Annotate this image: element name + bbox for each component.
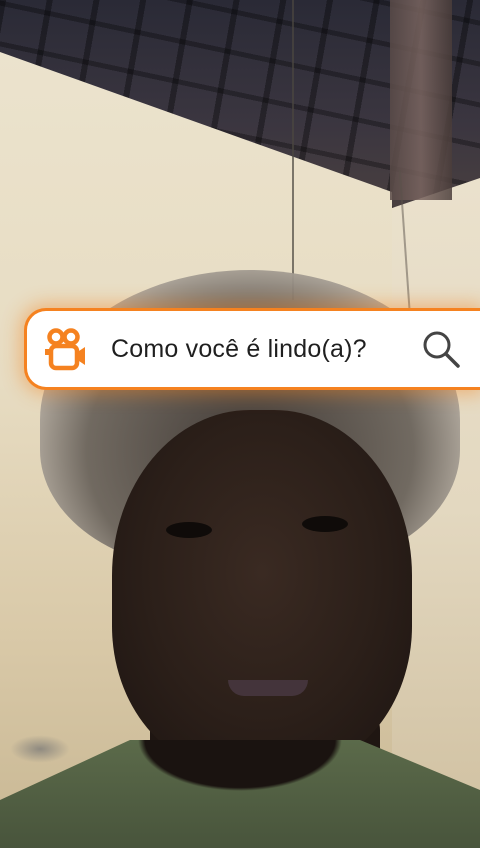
filter-query-text: Como você é lindo(a)? (111, 334, 367, 363)
person-mouth (228, 680, 308, 696)
camera-view: Como você é lindo(a)? (0, 0, 480, 848)
person-eye-right (302, 516, 348, 532)
search-icon (423, 331, 460, 368)
person-face (112, 410, 412, 770)
kwai-camera-logo-icon (45, 328, 85, 371)
filter-search-bar: Como você é lindo(a)? (24, 308, 480, 390)
wall-stain (10, 735, 70, 763)
hanging-wire (292, 0, 294, 300)
person-eye-left (166, 522, 212, 538)
